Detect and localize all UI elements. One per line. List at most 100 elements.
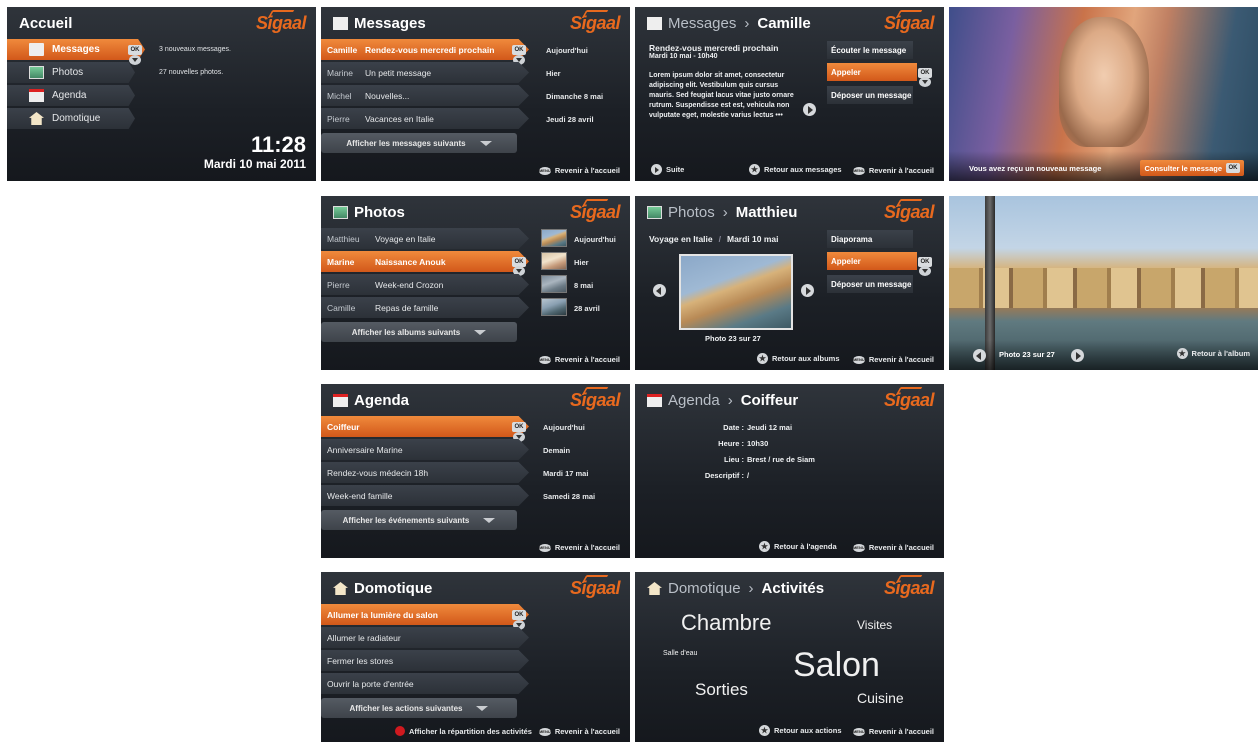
previous-photo-icon[interactable] [973,349,986,362]
action-row[interactable]: Fermer les stores [321,650,529,671]
home-label: Revenir à l'accueil [868,543,934,552]
next-photo-icon[interactable] [1071,349,1084,362]
action-slideshow[interactable]: Diaporama [827,230,913,248]
sender: Marine [327,67,353,78]
more-actions-button[interactable]: Afficher les actions suivantes [321,698,517,718]
sigaal-logo: Sigaal [883,390,935,411]
back-album-link[interactable]: ★ Retour à l'album [1176,348,1250,359]
action-row[interactable]: Ouvrir la porte d'entrée [321,673,529,694]
repartition-link[interactable]: Afficher la répartition des activités [395,726,532,736]
action-call[interactable]: Appeler [827,63,917,81]
more-messages-button[interactable]: Afficher les messages suivants [321,133,517,153]
action-call[interactable]: Appeler [827,252,917,270]
album-row[interactable]: Marine Naissance Anouk [321,251,529,272]
back-actions-link[interactable]: ★ Retour aux actions [759,725,842,736]
action-listen[interactable]: Écouter le message [827,41,913,59]
album-row[interactable]: Matthieu Voyage en Italie [321,228,529,249]
scroll-down-icon[interactable] [919,266,931,276]
home-link[interactable]: MENU Revenir à l'accueil [852,543,934,552]
more-events-button[interactable]: Afficher les événements suivants [321,510,517,530]
home-link[interactable]: MENU Revenir à l'accueil [538,727,620,736]
home-link[interactable]: MENU Revenir à l'accueil [852,355,934,364]
ok-button: OK [1226,163,1240,173]
home-link[interactable]: MENU Revenir à l'accueil [852,166,934,175]
message-row[interactable]: Camille Rendez-vous mercredi prochain [321,39,529,60]
home-link[interactable]: MENU Revenir à l'accueil [538,543,620,552]
word-sorties[interactable]: Sorties [695,680,748,700]
next-photo-icon[interactable] [801,284,814,297]
home-link[interactable]: MENU Revenir à l'accueil [538,355,620,364]
event-row[interactable]: Rendez-vous médecin 18h [321,462,529,483]
star-icon: ★ [759,725,770,736]
event-row[interactable]: Week-end famille [321,485,529,506]
page-title-text: Accueil [19,15,73,32]
menu-item-photos[interactable]: Photos [7,62,135,83]
more-label: Afficher les actions suivantes [349,703,463,713]
event-date: Aujourd'hui [543,423,585,432]
ok-button[interactable]: OK [512,422,526,432]
word-visites[interactable]: Visites [857,618,892,632]
album-title: Voyage en Italie / Mardi 10 mai [649,234,779,244]
field-place-value: Brest / rue de Siam [747,455,815,464]
page-subtitle: Camille [757,15,811,32]
action-row[interactable]: Allumer le radiateur [321,627,529,648]
event-row[interactable]: Coiffeur [321,416,529,437]
menu-item-domotique[interactable]: Domotique [7,108,135,129]
home-link[interactable]: MENU Revenir à l'accueil [538,166,620,175]
subject: Un petit message [365,67,432,78]
action-row[interactable]: Allumer la lumière du salon [321,604,529,625]
word-salle-deau[interactable]: Salle d'eau [663,650,697,657]
action-label: Déposer un message [831,90,912,100]
bridge-image [949,268,1258,308]
field-date-value: Jeudi 12 mai [747,423,793,432]
ok-button[interactable]: OK [512,45,526,55]
next-icon[interactable] [803,103,816,116]
clock-date: Mardi 10 mai 2011 [203,157,306,171]
menu-icon: MENU [538,727,551,736]
back-messages-link[interactable]: ★ Retour aux messages [749,164,842,175]
page-title: Agenda › Coiffeur [647,392,798,409]
back-albums-link[interactable]: ★ Retour aux albums [757,353,840,364]
action-leave-message[interactable]: Déposer un message [827,275,913,293]
next-link[interactable]: Suite [651,164,684,175]
message-row[interactable]: Marine Un petit message [321,62,529,83]
subject: Nouvelles... [365,90,410,101]
envelope-icon [333,17,348,30]
scroll-down-icon[interactable] [129,55,141,65]
word-chambre[interactable]: Chambre [681,610,771,636]
field-description-label: Descriptif : [704,471,744,480]
sigaal-logo: Sigaal [884,13,935,34]
menu-item-messages[interactable]: Messages [7,39,145,60]
menu-item-label: Agenda [52,90,87,101]
page-title: Photos [333,204,405,221]
menu-item-agenda[interactable]: Agenda [7,85,135,106]
word-salon[interactable]: Salon [793,646,880,685]
word-cuisine[interactable]: Cuisine [857,690,904,706]
more-albums-button[interactable]: Afficher les albums suivants [321,322,517,342]
star-icon: ★ [757,353,768,364]
event-date: Demain [543,446,571,455]
message-row[interactable]: Michel Nouvelles... [321,85,529,106]
ok-button[interactable]: OK [512,610,526,620]
event-row[interactable]: Anniversaire Marine [321,439,529,460]
page-title: Messages › Camille [647,15,811,32]
action-label: Diaporama [831,234,873,244]
subject: Vacances en Italie [365,113,434,124]
scroll-down-icon[interactable] [919,77,931,87]
consult-button[interactable]: Consulter le message OK [1140,160,1244,176]
logo-text: Sigaal [883,390,935,410]
red-button-icon [395,726,405,736]
message-row[interactable]: Pierre Vacances en Italie [321,108,529,129]
album-thumbnail [541,252,567,270]
screen-accueil: Accueil Sigaal Messages OK 3 nouveaux me… [7,7,316,181]
album-row[interactable]: Pierre Week-end Crozon [321,274,529,295]
home-link[interactable]: MENU Revenir à l'accueil [852,727,934,736]
previous-photo-icon[interactable] [653,284,666,297]
page-title-text: Photos [668,204,715,221]
album-row[interactable]: Camille Repas de famille [321,297,529,318]
messages-info: 3 nouveaux messages. [159,46,231,53]
ok-button[interactable]: OK [128,45,142,55]
action-leave-message[interactable]: Déposer un message [827,86,913,104]
back-agenda-link[interactable]: ★ Retour à l'agenda [759,541,837,552]
event-date: Samedi 28 mai [543,492,596,501]
